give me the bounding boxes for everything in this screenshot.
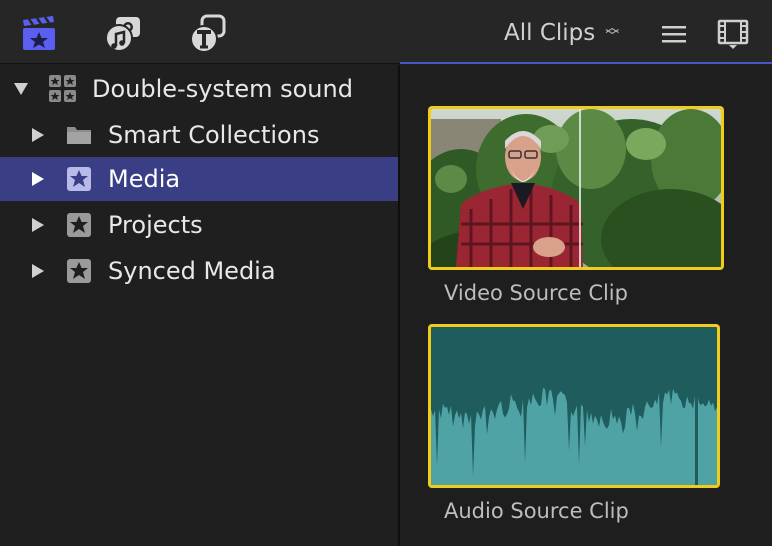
browser-toolbar: All Clips ︿ ﹀ — [0, 0, 772, 64]
clip-browser: Video Source Clip Audio Source Clip — [400, 65, 772, 546]
sidebar-item-label: Smart Collections — [108, 121, 320, 149]
libraries-sidebar: Double-system sound Smart Collections Me… — [0, 65, 398, 546]
audio-clip-name: Audio Source Clip — [444, 499, 629, 523]
library-icon — [48, 74, 78, 104]
star-icon — [66, 212, 92, 238]
audio-clip-thumbnail[interactable] — [428, 324, 720, 488]
library-row[interactable]: Double-system sound — [0, 67, 398, 111]
clip-filter-label: All Clips — [504, 20, 596, 46]
disclosure-collapsed-icon[interactable] — [29, 262, 47, 280]
list-view-icon[interactable] — [660, 21, 688, 47]
sidebar-item-label: Media — [108, 165, 181, 193]
sidebar-item-projects[interactable]: Projects — [0, 203, 398, 247]
disclosure-collapsed-icon[interactable] — [29, 216, 47, 234]
video-clip-name: Video Source Clip — [444, 281, 628, 305]
sidebar-item-label: Synced Media — [108, 257, 276, 285]
clip-filter-menu[interactable]: All Clips ︿ ﹀ — [504, 18, 619, 48]
libraries-icon[interactable] — [20, 14, 60, 54]
sidebar-item-synced-media[interactable]: Synced Media — [0, 249, 398, 293]
active-pane-indicator — [400, 62, 772, 64]
disclosure-collapsed-icon[interactable] — [29, 126, 47, 144]
photos-audio-icon[interactable] — [104, 14, 144, 54]
audio-waveform — [431, 387, 717, 485]
up-down-chevron-icon: ︿ ﹀ — [605, 20, 620, 45]
star-icon — [66, 166, 92, 192]
folder-icon — [66, 122, 92, 148]
sidebar-item-label: Projects — [108, 211, 203, 239]
library-name: Double-system sound — [92, 75, 353, 103]
filmstrip-view-icon[interactable] — [716, 18, 750, 50]
sidebar-item-smart-collections[interactable]: Smart Collections — [0, 113, 398, 157]
star-icon — [66, 258, 92, 284]
sidebar-item-media[interactable]: Media — [0, 157, 398, 201]
disclosure-collapsed-icon[interactable] — [29, 170, 47, 188]
video-clip-thumbnail[interactable] — [428, 106, 724, 270]
disclosure-expanded-icon[interactable] — [12, 80, 30, 98]
titles-generators-icon[interactable] — [188, 14, 228, 54]
